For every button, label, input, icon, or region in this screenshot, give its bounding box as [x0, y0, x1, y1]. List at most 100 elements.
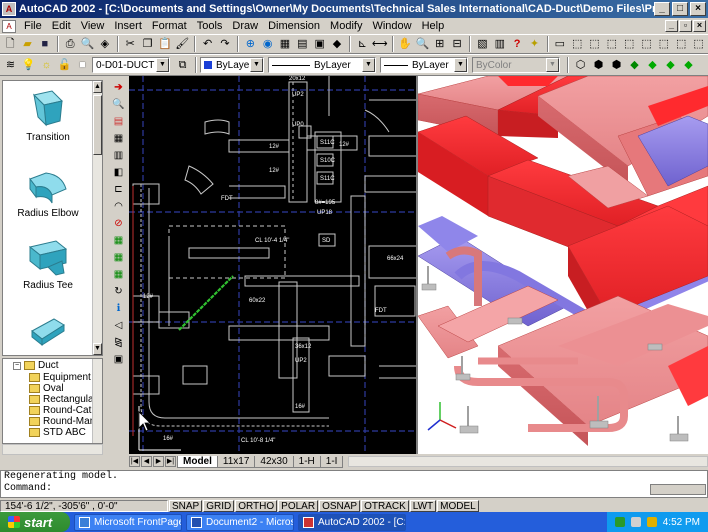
osnap-toggle[interactable]: OSNAP [319, 499, 361, 512]
cut-icon[interactable]: ✂ [122, 36, 138, 53]
grid-icon[interactable]: ▦ [111, 233, 126, 248]
arrow-left-icon[interactable]: ◁ [111, 318, 126, 333]
info-icon[interactable]: ℹ [111, 301, 126, 316]
fitting-edit-icon[interactable]: ◧ [111, 165, 126, 180]
palette-scrollbar[interactable]: ▲ ▼ [92, 81, 102, 355]
view-iso-7-icon[interactable]: ⬚ [673, 36, 689, 53]
clock[interactable]: 4:52 PM [663, 517, 700, 528]
doc-minimize-button[interactable]: _ [665, 20, 678, 32]
tree-item[interactable]: Round-Man [29, 416, 95, 427]
publish-icon[interactable]: ◈ [97, 36, 113, 53]
close-button[interactable]: × [690, 2, 706, 16]
polar-toggle[interactable]: POLAR [278, 499, 319, 512]
view-iso-2-icon[interactable]: ⬚ [586, 36, 602, 53]
elbow-tool-icon[interactable]: ◠ [111, 199, 126, 214]
copy-icon[interactable]: ❐ [139, 36, 155, 53]
tab-last-icon[interactable]: ▶| [165, 456, 176, 467]
named-views-icon[interactable]: ▥ [492, 36, 508, 53]
tree-item[interactable]: STD ABC [29, 427, 86, 438]
menu-view[interactable]: View [76, 20, 110, 32]
tool-icon[interactable]: ◆ [329, 36, 345, 53]
refresh-icon[interactable]: ↻ [111, 284, 126, 299]
start-button[interactable]: start [0, 512, 70, 532]
help-icon[interactable]: ? [509, 36, 525, 53]
collapse-icon[interactable]: − [13, 361, 21, 370]
tree-item[interactable]: Oval [29, 383, 64, 394]
menu-tools[interactable]: Tools [192, 20, 228, 32]
view-iso-8-icon[interactable]: ⬚ [690, 36, 706, 53]
drawing-horizontal-scrollbar[interactable] [348, 456, 708, 467]
tree-root[interactable]: − Duct [13, 360, 59, 371]
menu-file[interactable]: File [19, 20, 47, 32]
mirror-icon[interactable]: ⧎ [111, 335, 126, 350]
taskbar-item-word[interactable]: Document2 - Microsof... [186, 513, 294, 531]
hyperlink-icon[interactable]: ⊕ [242, 36, 258, 53]
autocad-app-icon[interactable]: A [2, 2, 16, 16]
palette-transition[interactable]: Transition [3, 87, 93, 143]
minimize-button[interactable]: _ [654, 2, 670, 16]
print-preview-icon[interactable]: 🔍 [79, 36, 95, 53]
tree-item[interactable]: Round-Cat [29, 405, 91, 416]
model-space-3d[interactable] [418, 76, 708, 454]
menu-window[interactable]: Window [367, 20, 416, 32]
scroll-down-icon[interactable]: ▼ [93, 343, 102, 355]
tree-scrollbar[interactable] [92, 359, 102, 443]
tray-network-icon[interactable] [614, 517, 625, 527]
doc-close-button[interactable]: × [693, 20, 706, 32]
command-prompt[interactable]: Command: [4, 483, 707, 495]
new-icon[interactable]: 🗋 [2, 36, 18, 53]
print-icon[interactable]: ⎙ [62, 36, 78, 53]
paste-icon[interactable]: 📋 [157, 36, 173, 53]
shade-flat-icon[interactable]: ⬢ [608, 57, 625, 74]
redo-icon[interactable]: ↷ [217, 36, 233, 53]
layer-manager-icon[interactable]: ≋ [2, 57, 19, 74]
zoom-previous-icon[interactable]: ⊟ [449, 36, 465, 53]
scroll-up-icon[interactable]: ▲ [93, 81, 102, 93]
arrow-right-icon[interactable]: ➔ [111, 80, 126, 95]
menu-format[interactable]: Format [147, 20, 192, 32]
ucs-icon[interactable]: ⊾ [354, 36, 370, 53]
command-scrollbar[interactable] [650, 484, 706, 495]
scroll-thumb[interactable] [93, 95, 102, 155]
snap-toggle[interactable]: SNAP [169, 499, 203, 512]
taskbar-item-autocad[interactable]: AutoCAD 2002 - [C:\... [298, 513, 406, 531]
render-icon[interactable]: ⬡ [572, 57, 589, 74]
zoom-window-icon[interactable]: ⊞ [432, 36, 448, 53]
properties-icon[interactable]: ▤ [294, 36, 310, 53]
layers-icon[interactable]: ▤ [111, 114, 126, 129]
menu-draw[interactable]: Draw [227, 20, 263, 32]
view-iso-5-icon[interactable]: ⬚ [638, 36, 654, 53]
shade-3d-icon[interactable]: ◆ [680, 57, 697, 74]
duct-run-icon[interactable]: ⊏ [111, 182, 126, 197]
design-center-icon[interactable]: ▣ [312, 36, 328, 53]
tray-volume-icon[interactable] [630, 517, 641, 527]
color-dropdown[interactable]: ByLayer ▼ [200, 57, 264, 73]
lwt-toggle[interactable]: LWT [409, 499, 437, 512]
tray-app-icon[interactable] [646, 517, 657, 527]
shade-icon[interactable]: ⬢ [590, 57, 607, 74]
tab-1-i[interactable]: 1-I [319, 455, 344, 468]
undo-icon[interactable]: ↶ [199, 36, 215, 53]
tree-horizontal-scrollbar[interactable] [2, 444, 103, 455]
tree-item[interactable]: Rectangula [29, 394, 94, 405]
view-iso-3-icon[interactable]: ⬚ [604, 36, 620, 53]
open-icon[interactable]: ▰ [19, 36, 35, 53]
properties-2-icon[interactable]: ▣ [111, 352, 126, 367]
tab-42x30[interactable]: 42x30 [254, 455, 294, 468]
coordinate-readout[interactable]: 154'-6 1/2", -305'6" , 0'-0" [0, 499, 168, 512]
stop-icon[interactable]: ⊘ [111, 216, 126, 231]
grid-2-icon[interactable]: ▦ [111, 250, 126, 265]
document-icon[interactable]: A [2, 19, 16, 33]
model-toggle[interactable]: MODEL [437, 499, 479, 512]
view-iso-1-icon[interactable]: ⬚ [569, 36, 585, 53]
pan-icon[interactable]: ✋ [397, 36, 413, 53]
taskbar-item-frontpage[interactable]: Microsoft FrontPage - ... [74, 513, 182, 531]
view-iso-4-icon[interactable]: ⬚ [621, 36, 637, 53]
zoom-realtime-icon[interactable]: 🔍 [414, 36, 430, 53]
model-space-2d[interactable]: 20x12 UP2 UP0 12# 12# 12# S11C S10C S11C… [129, 76, 417, 454]
grid-toggle[interactable]: GRID [203, 499, 235, 512]
shade-gouraud-icon[interactable]: ◆ [626, 57, 643, 74]
tree-item[interactable]: Equipment [29, 372, 91, 383]
aerial-view-icon[interactable]: ▧ [474, 36, 490, 53]
maximize-button[interactable]: □ [672, 2, 688, 16]
